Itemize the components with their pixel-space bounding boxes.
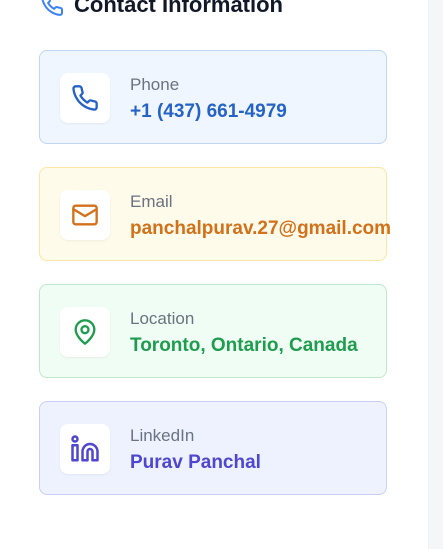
location-text: Toronto, Ontario, Canada [130, 335, 358, 356]
contact-card-linkedin[interactable]: LinkedIn Purav Panchal [39, 401, 387, 495]
contact-card-email[interactable]: Email panchalpurav.27@gmail.com [39, 167, 391, 261]
contact-label: Email [130, 192, 173, 211]
contact-label: LinkedIn [130, 426, 195, 445]
section-heading: Contact Information [40, 0, 283, 19]
email-link[interactable]: panchalpurav.27@gmail.com [130, 218, 391, 240]
phone-icon [60, 73, 110, 123]
contact-label: Location [130, 309, 195, 328]
map-pin-icon [60, 307, 110, 357]
linkedin-icon [60, 424, 110, 474]
section-title: Contact Information [74, 0, 283, 17]
contact-card-phone[interactable]: Phone +1 (437) 661-4979 [39, 50, 387, 144]
phone-link[interactable]: +1 (437) 661-4979 [130, 101, 287, 123]
phone-icon [40, 0, 64, 17]
linkedin-link[interactable]: Purav Panchal [130, 452, 261, 474]
contact-label: Phone [130, 75, 180, 94]
mail-icon [60, 190, 110, 240]
contact-card-location[interactable]: Location Toronto, Ontario, Canada [39, 284, 387, 378]
scroll-gutter [428, 0, 443, 549]
